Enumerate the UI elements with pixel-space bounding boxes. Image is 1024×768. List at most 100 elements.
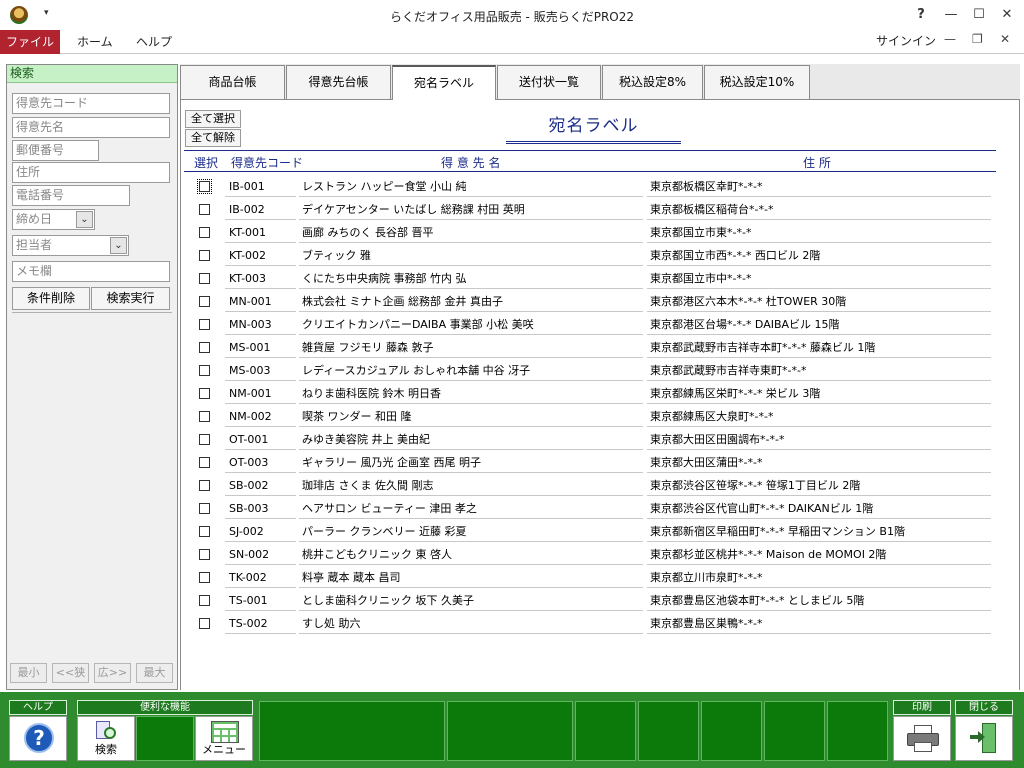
table-row[interactable]: TS-002 すし処 助六 東京都豊島区巣鴨*-*-* <box>181 612 1021 635</box>
address-input[interactable]: 住所 <box>12 162 170 183</box>
tab-tax-10[interactable]: 税込設定10% <box>704 65 810 100</box>
customer-code-input[interactable]: 得意先コード <box>12 93 170 114</box>
row-select-checkbox[interactable] <box>199 204 210 215</box>
row-select-checkbox[interactable] <box>199 572 210 583</box>
row-select-checkbox[interactable] <box>199 319 210 330</box>
close-button[interactable]: ✕ <box>994 4 1020 26</box>
row-select-checkbox[interactable] <box>197 179 212 194</box>
chevron-down-icon[interactable]: ⌄ <box>76 211 93 228</box>
help-key[interactable]: ? <box>9 716 67 761</box>
table-row[interactable]: TK-002 料亭 蔵本 蔵本 昌司 東京都立川市泉町*-*-* <box>181 566 1021 589</box>
table-row[interactable]: MS-001 雑貨屋 フジモリ 藤森 敦子 東京都武蔵野市吉祥寺本町*-*-* 藤森… <box>181 336 1021 359</box>
customer-address-cell: 東京都杉並区桃井*-*-* Maison de MOMOI 2階 <box>647 545 991 565</box>
maximize-button[interactable]: ☐ <box>966 4 992 26</box>
menu-help[interactable]: ヘルプ <box>136 30 172 54</box>
ribbon-restore-button[interactable]: ❐ <box>972 32 983 46</box>
customer-address-cell: 東京都渋谷区笹塚*-*-* 笹塚1丁目ビル 2階 <box>647 476 991 496</box>
row-select-checkbox[interactable] <box>199 503 210 514</box>
customer-address-cell: 東京都武蔵野市吉祥寺本町*-*-* 藤森ビル 1階 <box>647 338 991 358</box>
customer-code-cell: SJ-002 <box>225 522 296 542</box>
row-select-checkbox[interactable] <box>199 434 210 445</box>
table-row[interactable]: MN-003 クリエイトカンパニーDAIBA 事業部 小松 美咲 東京都港区台場*-… <box>181 313 1021 336</box>
tab-cover-letter-list[interactable]: 送付状一覧 <box>497 65 601 100</box>
close-key[interactable] <box>955 716 1013 761</box>
table-row[interactable]: SB-003 ヘアサロン ビューティー 津田 孝之 東京都渋谷区代官山町*-*-* … <box>181 497 1021 520</box>
customer-address-cell: 東京都板橋区稲荷台*-*-* <box>647 200 991 220</box>
row-select-checkbox[interactable] <box>199 411 210 422</box>
customer-name-cell: レディースカジュアル おしゃれ本舗 中谷 冴子 <box>299 361 643 381</box>
customer-code-cell: SN-002 <box>225 545 296 565</box>
row-select-checkbox[interactable] <box>199 250 210 261</box>
closing-day-select[interactable]: 締め日 ⌄ <box>12 209 95 230</box>
select-all-button[interactable]: 全て選択 <box>185 110 241 128</box>
customer-address-cell: 東京都国立市中*-*-* <box>647 269 991 289</box>
ribbon-menu: ファイル ホーム ヘルプ サインイン — ❐ ✕ <box>0 30 1024 54</box>
table-row[interactable]: IB-002 デイケアセンター いたばし 総務課 村田 英明 東京都板橋区稲荷台*-… <box>181 198 1021 221</box>
row-select-checkbox[interactable] <box>199 273 210 284</box>
menu-key[interactable]: メニュー <box>195 716 253 761</box>
ledger-tabs: 商品台帳 得意先台帳 宛名ラベル 送付状一覧 税込設定8% 税込設定10% <box>180 64 1020 101</box>
table-row[interactable]: KT-002 ブティック 雅東京都国立市西*-*-* 西口ビル 2階 <box>181 244 1021 267</box>
execute-search-button[interactable]: 検索実行 <box>91 287 170 310</box>
phone-input[interactable]: 電話番号 <box>12 185 130 206</box>
pane-min-button[interactable]: 最小 <box>10 663 47 683</box>
customer-code-cell: OT-001 <box>225 430 296 450</box>
tab-customer-ledger[interactable]: 得意先台帳 <box>286 65 391 100</box>
menu-grid-icon <box>211 721 239 743</box>
pane-max-button[interactable]: 最大 <box>136 663 173 683</box>
tab-address-label[interactable]: 宛名ラベル <box>392 65 496 101</box>
row-select-checkbox[interactable] <box>199 296 210 307</box>
table-row[interactable]: IB-001 レストラン ハッピー食堂 小山 純東京都板橋区幸町*-*-* <box>181 175 1021 198</box>
table-row[interactable]: TS-001 としま歯科クリニック 坂下 久美子 東京都豊島区池袋本町*-*-* と… <box>181 589 1021 612</box>
pane-wide-button[interactable]: 広>> <box>94 663 131 683</box>
table-row[interactable]: NM-002 喫茶 ワンダー 和田 隆東京都練馬区大泉町*-*-* <box>181 405 1021 428</box>
row-select-checkbox[interactable] <box>199 618 210 629</box>
clear-conditions-button[interactable]: 条件削除 <box>12 287 90 310</box>
printer-icon <box>907 725 939 753</box>
customer-code-cell: TS-001 <box>225 591 296 611</box>
search-key[interactable]: 検索 <box>77 716 135 761</box>
table-row[interactable]: OT-003 ギャラリー 風乃光 企画室 西尾 明子 東京都大田区蒲田*-*-* <box>181 451 1021 474</box>
ribbon-close-button[interactable]: ✕ <box>1000 32 1010 46</box>
tab-tax-8[interactable]: 税込設定8% <box>602 65 703 100</box>
chevron-down-icon[interactable]: ⌄ <box>110 237 127 254</box>
deselect-all-button[interactable]: 全て解除 <box>185 129 241 147</box>
row-select-checkbox[interactable] <box>199 549 210 560</box>
customer-name-cell: としま歯科クリニック 坂下 久美子 <box>299 591 643 611</box>
print-key[interactable] <box>893 716 951 761</box>
row-select-checkbox[interactable] <box>199 365 210 376</box>
help-button[interactable]: ? <box>908 4 934 26</box>
signin-link[interactable]: サインイン <box>876 32 936 49</box>
row-select-checkbox[interactable] <box>199 342 210 353</box>
empty-key-3 <box>447 701 573 761</box>
pane-narrow-button[interactable]: <<狭 <box>52 663 89 683</box>
ribbon-minimize-button[interactable]: — <box>944 32 956 46</box>
header-rule-top <box>184 150 996 151</box>
customer-name-input[interactable]: 得意先名 <box>12 117 170 138</box>
menu-file[interactable]: ファイル <box>0 30 60 54</box>
table-row[interactable]: SB-002 珈琲店 さくま 佐久間 剛志 東京都渋谷区笹塚*-*-* 笹塚1丁目ビ… <box>181 474 1021 497</box>
row-select-checkbox[interactable] <box>199 388 210 399</box>
person-in-charge-select[interactable]: 担当者 ⌄ <box>12 235 129 256</box>
row-select-checkbox[interactable] <box>199 595 210 606</box>
customer-code-cell: IB-001 <box>225 177 296 197</box>
postal-code-input[interactable]: 郵便番号 <box>12 140 99 161</box>
table-row[interactable]: SN-002 桃井こどもクリニック 東 啓人 東京都杉並区桃井*-*-* Maiso… <box>181 543 1021 566</box>
table-row[interactable]: MN-001 株式会社 ミナト企画 総務部 金井 真由子 東京都港区六本木*-*-*… <box>181 290 1021 313</box>
table-row[interactable]: OT-001 みゆき美容院 井上 美由紀 東京都大田区田園調布*-*-* <box>181 428 1021 451</box>
row-select-checkbox[interactable] <box>199 480 210 491</box>
table-row[interactable]: MS-003 レディースカジュアル おしゃれ本舗 中谷 冴子 東京都武蔵野市吉祥寺東… <box>181 359 1021 382</box>
minimize-button[interactable]: — <box>938 4 964 26</box>
table-row[interactable]: KT-001 画廊 みちのく 長谷部 晋平 東京都国立市東*-*-* <box>181 221 1021 244</box>
table-row[interactable]: NM-001 ねりま歯科医院 鈴木 明日香 東京都練馬区栄町*-*-* 栄ビル 3階 <box>181 382 1021 405</box>
row-select-checkbox[interactable] <box>199 227 210 238</box>
tab-product-ledger[interactable]: 商品台帳 <box>180 65 285 100</box>
menu-home[interactable]: ホーム <box>77 30 113 54</box>
row-select-checkbox[interactable] <box>199 457 210 468</box>
header-rule-bottom <box>184 171 996 172</box>
row-select-checkbox[interactable] <box>199 526 210 537</box>
memo-input[interactable]: メモ欄 <box>12 261 170 282</box>
table-row[interactable]: KT-003 くにたち中央病院 事務部 竹内 弘東京都国立市中*-*-* <box>181 267 1021 290</box>
pane-divider <box>12 312 172 313</box>
table-row[interactable]: SJ-002 パーラー クランベリー 近藤 彩夏 東京都新宿区早稲田町*-*-* 早… <box>181 520 1021 543</box>
